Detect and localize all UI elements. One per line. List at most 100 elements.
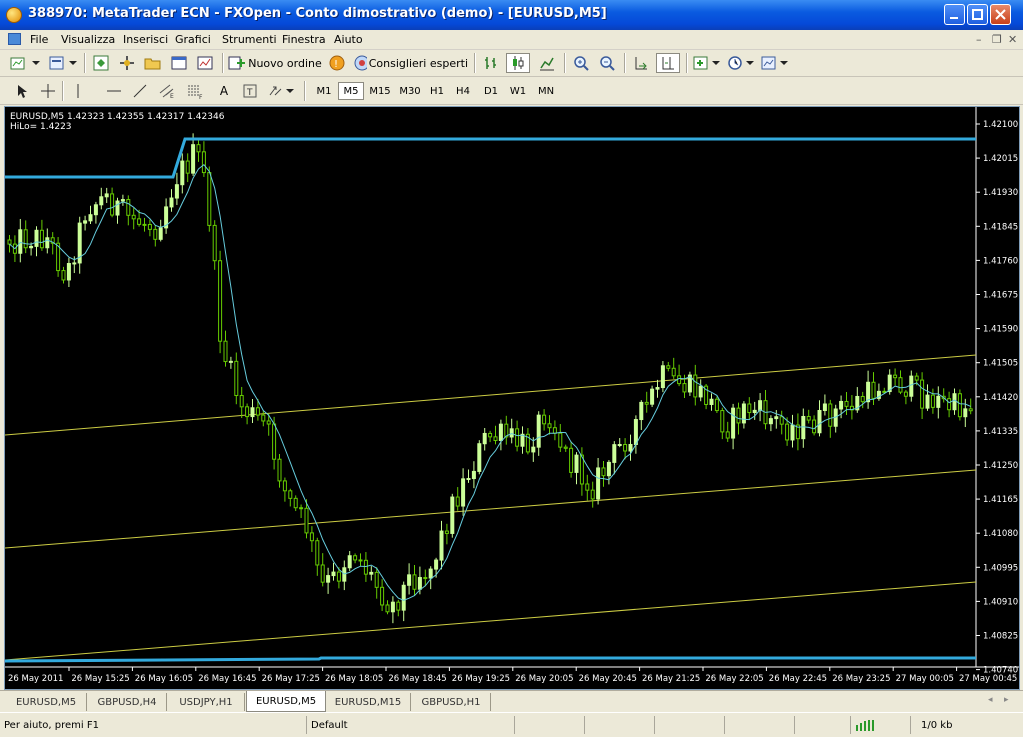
candle-body <box>99 196 104 206</box>
mdi-close-icon[interactable]: ✕ <box>1008 33 1017 46</box>
candle-body <box>277 458 282 482</box>
candle-body <box>752 409 757 414</box>
tab-gbpusd-h4[interactable]: GBPUSD,H4 <box>88 693 167 711</box>
periods-icon[interactable] <box>726 53 756 73</box>
timeframe-h1[interactable]: H1 <box>426 82 448 100</box>
tab-scroll-right-icon[interactable]: ▸ <box>1004 695 1009 705</box>
expert-advisors-button[interactable]: Consiglieri esperti <box>354 53 468 73</box>
timeframe-h4[interactable]: H4 <box>452 82 474 100</box>
candle-body <box>801 415 806 440</box>
minimize-button[interactable] <box>944 4 965 25</box>
mdi-minimize-icon[interactable]: – <box>976 33 982 46</box>
price-label: 1.41080 <box>983 529 1018 539</box>
new-chart-icon[interactable] <box>8 53 42 73</box>
timeframe-m1[interactable]: M1 <box>312 82 336 100</box>
time-label: 26 May 21:25 <box>642 674 700 684</box>
folder-icon[interactable] <box>142 53 164 73</box>
cursor-icon[interactable] <box>12 81 32 101</box>
candle-body <box>682 383 687 393</box>
bar-chart-icon[interactable] <box>480 53 502 73</box>
menu-strumenti[interactable]: Strumenti <box>222 33 277 46</box>
chart-canvas[interactable]: 1.42100 1.42015 1.41930 1.41845 1.41760 1.416… <box>5 107 1019 689</box>
zoom-out-icon[interactable] <box>596 53 618 73</box>
candle-body <box>785 423 790 441</box>
connection-status-icon[interactable] <box>850 716 910 734</box>
tab-eurusd-m15[interactable]: EURUSD,M15 <box>326 693 411 711</box>
document-icon[interactable] <box>8 33 21 45</box>
market-watch-icon[interactable] <box>90 53 112 73</box>
status-traffic: 1/0 kb <box>910 716 1023 734</box>
status-bar: Per aiuto, premi F1 Default 1/0 kb <box>0 712 1023 737</box>
line-chart-icon[interactable] <box>536 53 558 73</box>
fibonacci-icon[interactable]: F <box>184 81 206 101</box>
new-order-button[interactable]: Nuovo ordine <box>228 53 322 73</box>
candle-body <box>957 393 962 418</box>
timeframe-m15[interactable]: M15 <box>366 82 394 100</box>
price-label: 1.41760 <box>983 256 1018 266</box>
candlestick-icon[interactable] <box>506 53 530 73</box>
profiles-icon[interactable] <box>48 53 78 73</box>
horizontal-line-icon[interactable] <box>104 81 124 101</box>
timeframe-m5[interactable]: M5 <box>338 82 364 100</box>
price-label: 1.40910 <box>983 597 1018 607</box>
indicators-icon[interactable] <box>692 53 722 73</box>
menu-aiuto[interactable]: Aiuto <box>334 33 363 46</box>
autoscroll-icon[interactable] <box>630 53 652 73</box>
timeframe-w1[interactable]: W1 <box>506 82 530 100</box>
candle-body <box>493 436 498 442</box>
close-button[interactable] <box>990 4 1011 25</box>
tab-eurusd-m5[interactable]: EURUSD,M5 <box>6 693 87 711</box>
candle-body <box>223 340 228 363</box>
menu-grafici[interactable]: Grafici <box>175 33 211 46</box>
mdi-restore-icon[interactable]: ❐ <box>992 33 1002 46</box>
tab-gbpusd-h1[interactable]: GBPUSD,H1 <box>412 693 491 711</box>
equidistant-channel-icon[interactable]: E <box>156 81 178 101</box>
tab-scroll-left-icon[interactable]: ◂ <box>988 695 993 705</box>
status-cell-empty-2 <box>584 716 654 734</box>
status-cell-empty-4 <box>724 716 794 734</box>
price-chart[interactable]: 1.42100 1.42015 1.41930 1.41845 1.41760 1.416… <box>4 106 1020 690</box>
candle-body <box>104 193 109 198</box>
candle-body <box>606 461 611 477</box>
svg-text:E: E <box>170 93 174 99</box>
crosshair-icon[interactable] <box>38 81 58 101</box>
tab-usdjpy-h1[interactable]: USDJPY,H1 <box>168 693 245 711</box>
candle-body <box>871 381 876 399</box>
text-tool-icon[interactable]: A <box>214 81 234 101</box>
strategy-tester-icon[interactable] <box>194 53 216 73</box>
zoom-in-icon[interactable] <box>570 53 592 73</box>
menu-file[interactable]: File <box>30 33 48 46</box>
candle-body <box>768 418 773 425</box>
terminal-icon[interactable] <box>168 53 190 73</box>
timeframe-m30[interactable]: M30 <box>396 82 424 100</box>
menu-visualizza[interactable]: Visualizza <box>61 33 115 46</box>
timeframe-mn[interactable]: MN <box>534 82 558 100</box>
candle-body <box>828 403 833 427</box>
chart-shift-icon[interactable] <box>656 53 680 73</box>
navigator-icon[interactable] <box>116 53 138 73</box>
maximize-button[interactable] <box>967 4 988 25</box>
templates-icon[interactable] <box>760 53 790 73</box>
candle-body <box>844 400 849 407</box>
arrows-icon[interactable] <box>266 81 296 101</box>
candle-body <box>374 571 379 588</box>
candle-body <box>515 428 520 447</box>
candle-body <box>714 398 719 412</box>
text-label-icon[interactable]: T <box>240 81 260 101</box>
vertical-line-icon[interactable] <box>68 81 88 101</box>
status-cell-empty-5 <box>794 716 850 734</box>
candle-body <box>7 239 12 245</box>
trendline-icon[interactable] <box>130 81 150 101</box>
menu-inserisci[interactable]: Inserisci <box>123 33 168 46</box>
candle-body <box>191 144 196 174</box>
menu-finestra[interactable]: Finestra <box>282 33 326 46</box>
status-help: Per aiuto, premi F1 <box>4 719 99 731</box>
candle-body <box>153 228 158 240</box>
tab-eurusd-m5-active[interactable]: EURUSD,M5 <box>246 691 326 712</box>
expert-toggle-icon[interactable]: ! <box>326 53 348 73</box>
candle-body <box>968 408 973 412</box>
candle-body <box>774 416 779 420</box>
candle-body <box>574 454 579 473</box>
timeframe-d1[interactable]: D1 <box>480 82 502 100</box>
time-label: 27 May 00:45 <box>959 674 1017 684</box>
